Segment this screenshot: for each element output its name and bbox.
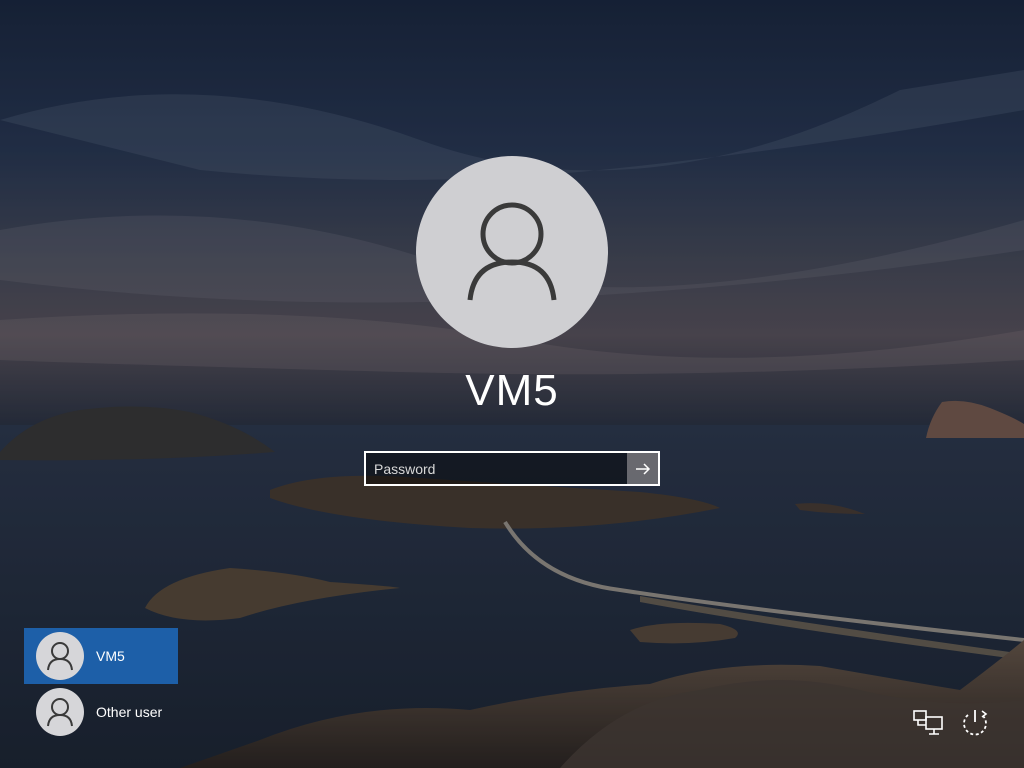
- tile-avatar: [36, 632, 84, 680]
- power-button[interactable]: [958, 706, 992, 740]
- user-tile-vm5[interactable]: VM5: [24, 628, 178, 684]
- user-icon: [47, 698, 73, 727]
- network-icon: [913, 710, 943, 735]
- arrow-right-icon: [635, 462, 650, 475]
- user-list: VM5 Other user: [24, 628, 178, 740]
- password-field-container: [364, 451, 660, 486]
- submit-button[interactable]: [627, 453, 658, 484]
- network-button[interactable]: [911, 706, 945, 740]
- power-icon: [963, 710, 988, 736]
- username-heading: VM5: [465, 366, 559, 415]
- user-tile-label: Other user: [96, 704, 163, 720]
- tile-avatar: [36, 688, 84, 736]
- user-tile-label: VM5: [96, 648, 125, 664]
- user-tile-other-user[interactable]: Other user: [24, 684, 178, 740]
- password-input[interactable]: [366, 453, 627, 484]
- user-icon: [467, 202, 557, 301]
- user-icon: [47, 642, 73, 671]
- user-avatar-large: [416, 156, 608, 348]
